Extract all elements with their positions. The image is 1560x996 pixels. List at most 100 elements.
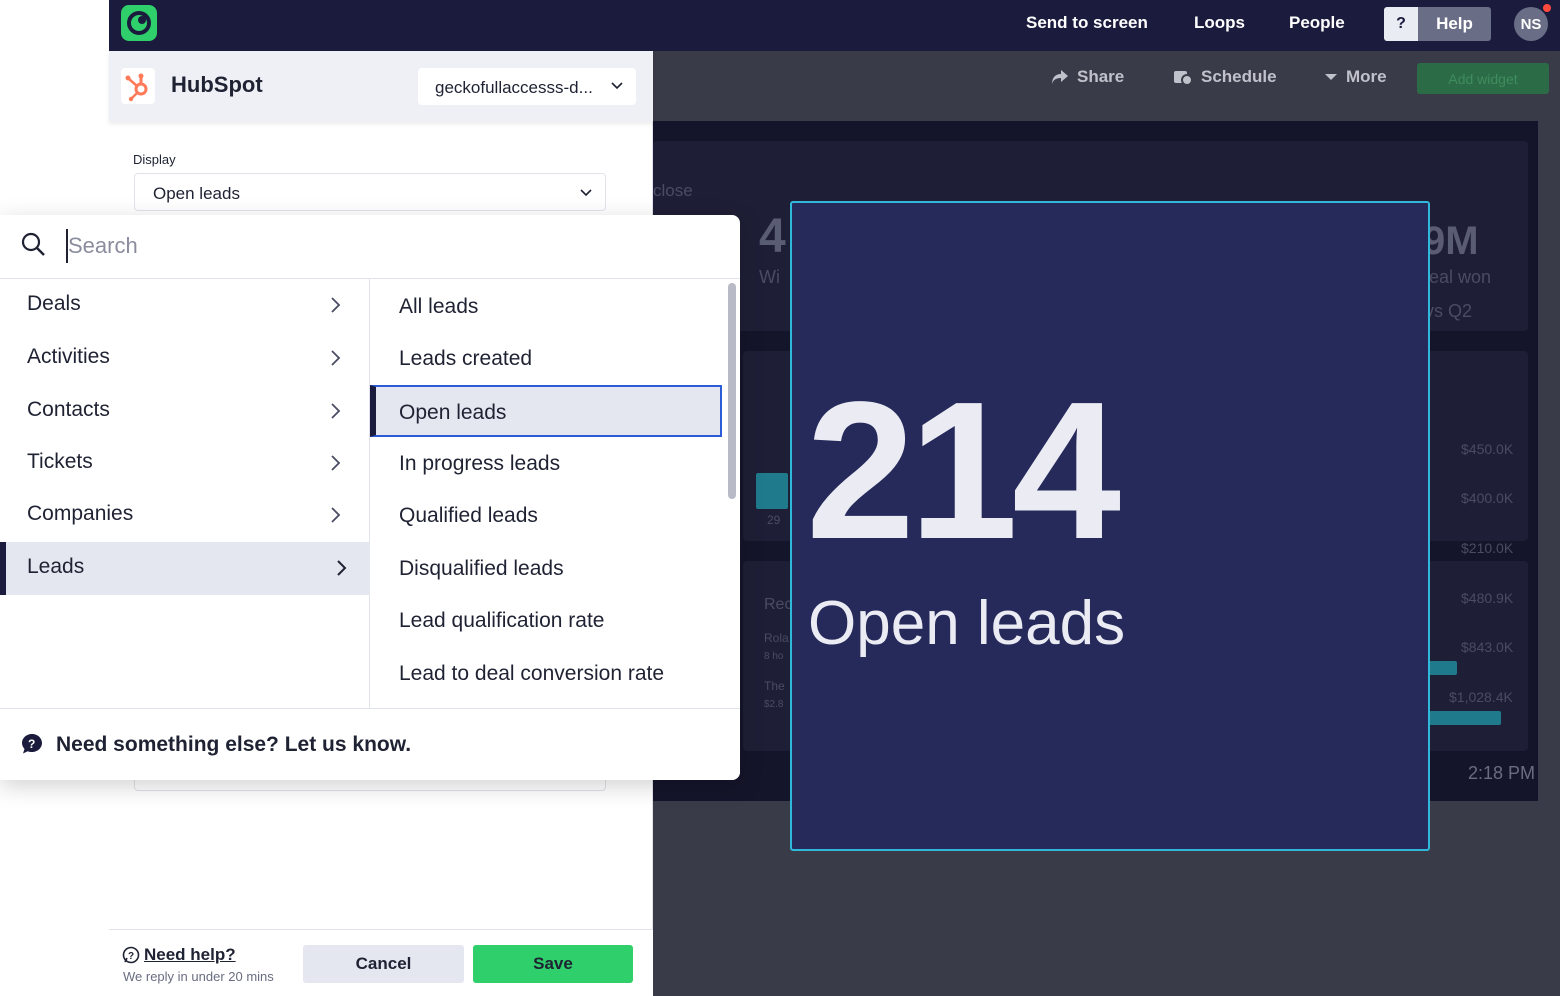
save-button[interactable]: Save bbox=[473, 945, 633, 983]
chevron-down-icon bbox=[611, 82, 623, 90]
ghost-the: The bbox=[764, 679, 785, 693]
ghost-bar bbox=[1429, 711, 1501, 725]
request-metric-text: Need something else? Let us know. bbox=[56, 733, 412, 756]
category-list: Deals Activities Contacts Tickets Compan… bbox=[0, 279, 370, 708]
category-item-tickets[interactable]: Tickets bbox=[0, 437, 370, 490]
category-item-activities[interactable]: Activities bbox=[0, 332, 370, 385]
need-help-link[interactable]: ? Need help? bbox=[122, 945, 236, 965]
nav-loops[interactable]: Loops bbox=[1194, 13, 1245, 33]
ghost-bar bbox=[756, 473, 788, 509]
schedule-button[interactable]: Schedule bbox=[1173, 67, 1277, 87]
chat-help-icon: ? bbox=[122, 946, 140, 964]
account-select[interactable]: geckofullaccesss-d... bbox=[418, 68, 636, 105]
integration-title: HubSpot bbox=[171, 72, 263, 97]
option-leads-created[interactable]: Leads created bbox=[370, 331, 722, 373]
ghost-deal-won: eal won bbox=[1429, 267, 1492, 287]
ghost-close-text: close bbox=[653, 181, 693, 200]
hubspot-icon bbox=[121, 68, 155, 104]
widget-preview: 214 Open leads bbox=[790, 201, 1430, 851]
category-label: Deals bbox=[27, 292, 81, 315]
ghost-value-3: $210.0K bbox=[1461, 540, 1514, 556]
panel-header: HubSpot geckofullaccesss-d... bbox=[109, 51, 653, 122]
metric-picker-popover: Deals Activities Contacts Tickets Compan… bbox=[0, 215, 740, 780]
chat-question-icon: ? bbox=[22, 734, 42, 754]
panel-footer: ? Need help? We reply in under 20 mins C… bbox=[109, 929, 653, 996]
chevron-right-icon bbox=[331, 455, 341, 471]
chevron-right-icon bbox=[331, 350, 341, 366]
option-disqualified-leads[interactable]: Disqualified leads bbox=[370, 541, 722, 583]
ghost-value-6: $1,028.4K bbox=[1449, 689, 1513, 705]
display-select[interactable]: Open leads bbox=[134, 173, 606, 211]
more-button[interactable]: More bbox=[1324, 67, 1387, 87]
add-widget-button[interactable]: Add widget bbox=[1417, 63, 1549, 94]
search-input[interactable] bbox=[66, 229, 686, 263]
nav-people[interactable]: People bbox=[1289, 13, 1345, 33]
category-label: Leads bbox=[27, 555, 85, 578]
category-label: Contacts bbox=[27, 398, 110, 421]
share-button[interactable]: Share bbox=[1051, 67, 1124, 87]
category-item-deals[interactable]: Deals bbox=[0, 279, 370, 332]
cancel-button[interactable]: Cancel bbox=[303, 945, 464, 983]
svg-text:?: ? bbox=[128, 951, 134, 962]
category-label: Companies bbox=[27, 502, 134, 525]
need-help-label: Need help? bbox=[144, 945, 236, 964]
chevron-down-icon bbox=[580, 189, 592, 197]
option-lead-qualification-rate[interactable]: Lead qualification rate bbox=[370, 593, 722, 635]
option-open-leads[interactable]: Open leads bbox=[370, 385, 722, 437]
reply-time-text: We reply in under 20 mins bbox=[123, 969, 274, 984]
option-in-progress-leads[interactable]: In progress leads bbox=[370, 436, 722, 478]
dashboard-toolbar: Share Schedule More Add widget bbox=[653, 51, 1560, 121]
dashboard-clock: 2:18 PM bbox=[1468, 763, 1536, 783]
search-icon bbox=[21, 232, 45, 256]
display-value: Open leads bbox=[153, 184, 240, 203]
caret-down-icon bbox=[1325, 74, 1337, 80]
account-value: geckofullaccesss-d... bbox=[435, 78, 593, 97]
widget-label: Open leads bbox=[808, 589, 1126, 658]
notification-dot bbox=[1543, 4, 1551, 12]
ghost-value-2: $400.0K bbox=[1461, 490, 1514, 506]
ghost-bar bbox=[1429, 661, 1457, 675]
popover-footer[interactable]: ? Need something else? Let us know. bbox=[0, 708, 740, 780]
chevron-right-icon bbox=[331, 297, 341, 313]
widget-value: 214 bbox=[806, 361, 1121, 580]
help-question-button[interactable]: ? bbox=[1384, 7, 1418, 41]
ghost-vs-q2: vs Q2 bbox=[1425, 301, 1473, 321]
ghost-value-5: $843.0K bbox=[1461, 639, 1514, 655]
ghost-value-4: $480.9K bbox=[1461, 590, 1514, 606]
nav-send-to-screen[interactable]: Send to screen bbox=[1026, 13, 1148, 33]
logo-icon bbox=[127, 11, 151, 35]
ghost-amt: $2.8 bbox=[764, 699, 784, 710]
ghost-win-text: Wi bbox=[759, 267, 780, 287]
ghost-rec: Rec bbox=[764, 596, 793, 613]
metric-option-list: All leads Leads created Open leads In pr… bbox=[370, 279, 740, 708]
app-logo[interactable] bbox=[121, 5, 157, 41]
category-item-contacts[interactable]: Contacts bbox=[0, 385, 370, 438]
option-list-scrollbar[interactable] bbox=[728, 283, 736, 499]
category-item-leads[interactable]: Leads bbox=[0, 542, 370, 595]
svg-text:?: ? bbox=[28, 737, 35, 751]
display-label: Display bbox=[133, 152, 176, 167]
category-label: Tickets bbox=[27, 450, 93, 473]
option-qualified-leads[interactable]: Qualified leads bbox=[370, 488, 722, 530]
share-icon bbox=[1052, 70, 1068, 84]
ghost-role: Rola bbox=[764, 631, 789, 645]
chevron-right-icon bbox=[331, 403, 341, 419]
ghost-29: 29 bbox=[767, 513, 781, 527]
category-item-companies[interactable]: Companies bbox=[0, 489, 370, 542]
category-label: Activities bbox=[27, 345, 110, 368]
option-lead-to-deal-conversion-rate[interactable]: Lead to deal conversion rate bbox=[370, 646, 670, 688]
option-all-leads[interactable]: All leads bbox=[370, 279, 722, 321]
help-button[interactable]: Help bbox=[1418, 7, 1491, 41]
more-label: More bbox=[1346, 67, 1387, 86]
user-avatar[interactable]: NS bbox=[1514, 7, 1548, 41]
ghost-m-text: 9M bbox=[1423, 219, 1479, 263]
chevron-right-icon bbox=[331, 507, 341, 523]
schedule-label: Schedule bbox=[1201, 67, 1277, 86]
schedule-icon bbox=[1174, 71, 1193, 86]
ghost-number: 4 bbox=[759, 210, 786, 263]
add-widget-label: Add widget bbox=[1448, 70, 1518, 87]
top-navigation-bar: Send to screen Loops People ? Help NS bbox=[109, 0, 1560, 51]
ghost-hours: 8 ho bbox=[764, 651, 784, 662]
search-row bbox=[0, 215, 740, 279]
ghost-value-1: $450.0K bbox=[1461, 441, 1514, 457]
